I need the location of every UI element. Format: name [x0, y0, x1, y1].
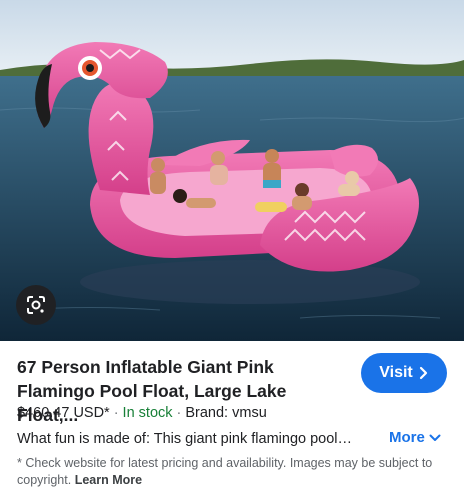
flamingo-float-photo	[0, 0, 464, 341]
stock-status: In stock	[122, 405, 173, 421]
separator: ·	[113, 405, 119, 421]
product-details-panel: 67 Person Inflatable Giant Pink Flamingo…	[0, 341, 464, 500]
visit-label: Visit	[379, 364, 413, 381]
more-button[interactable]: More	[389, 429, 441, 446]
pricing-disclaimer: * Check website for latest pricing and a…	[17, 455, 449, 489]
brand: Brand: vmsu	[185, 405, 267, 421]
learn-more-link[interactable]: Learn More	[75, 473, 142, 487]
more-label: More	[389, 429, 425, 446]
visit-button[interactable]: Visit	[361, 353, 447, 393]
chevron-down-icon	[429, 434, 441, 441]
google-lens-icon	[27, 296, 45, 314]
chevron-right-icon	[419, 366, 427, 380]
price: $460.47 USD*	[17, 405, 110, 421]
product-meta-line: $460.47 USD* · In stock · Brand: vmsu	[17, 405, 267, 421]
product-description: What fun is made of: This giant pink fla…	[17, 431, 353, 447]
product-image[interactable]	[0, 0, 464, 341]
separator: ·	[176, 405, 182, 421]
google-lens-button[interactable]	[16, 285, 56, 325]
